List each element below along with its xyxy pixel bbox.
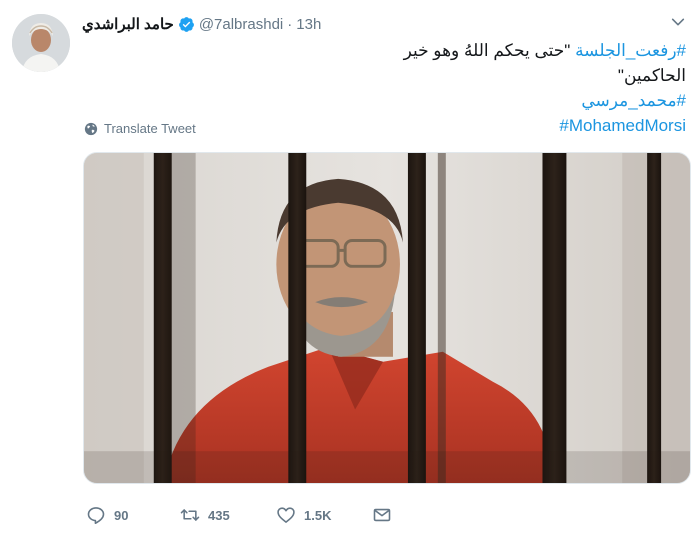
heart-icon	[276, 505, 296, 525]
translate-tweet-button[interactable]: Translate Tweet	[84, 121, 196, 136]
tweet-actions: 90 435 1.5K	[86, 503, 392, 527]
hashtag-link[interactable]: #محمد_مرسي	[581, 91, 686, 110]
hashtag-link[interactable]: #رفعت_الجلسة	[575, 41, 686, 60]
verified-badge-icon	[178, 16, 195, 33]
tweet-text-line-2: #محمد_مرسي	[340, 88, 686, 113]
reply-icon	[86, 505, 106, 525]
tweet-text-line-3: #MohamedMorsi	[340, 113, 686, 138]
tweet-media-image[interactable]	[83, 152, 691, 484]
like-button[interactable]: 1.5K	[276, 505, 372, 525]
translate-label: Translate Tweet	[104, 121, 196, 136]
tweet-timestamp[interactable]: 13h	[296, 16, 321, 33]
retweet-icon	[180, 505, 200, 525]
reply-button[interactable]: 90	[86, 505, 180, 525]
retweet-count: 435	[208, 507, 230, 523]
author-display-name[interactable]: حامد البراشدي	[82, 15, 174, 33]
author-handle[interactable]: @7albrashdi	[199, 16, 283, 33]
hashtag-link[interactable]: #MohamedMorsi	[559, 116, 686, 135]
direct-message-button[interactable]	[372, 505, 392, 525]
tweet-text-line-1: #رفعت_الجلسة "حتى يحكم اللهُ وهو خير الح…	[340, 38, 686, 88]
retweet-button[interactable]: 435	[180, 505, 276, 525]
tweet-header: حامد البراشدي @7albrashdi · 13h	[82, 14, 321, 34]
tweet[interactable]: حامد البراشدي @7albrashdi · 13h #رفعت_ال…	[0, 0, 696, 534]
chevron-down-icon[interactable]	[670, 14, 686, 30]
envelope-icon	[372, 505, 392, 525]
like-count: 1.5K	[304, 507, 332, 523]
header-separator: ·	[287, 15, 293, 33]
reply-count: 90	[114, 507, 129, 523]
globe-icon	[84, 122, 98, 136]
avatar[interactable]	[12, 14, 70, 72]
tweet-text: #رفعت_الجلسة "حتى يحكم اللهُ وهو خير الح…	[340, 38, 686, 138]
